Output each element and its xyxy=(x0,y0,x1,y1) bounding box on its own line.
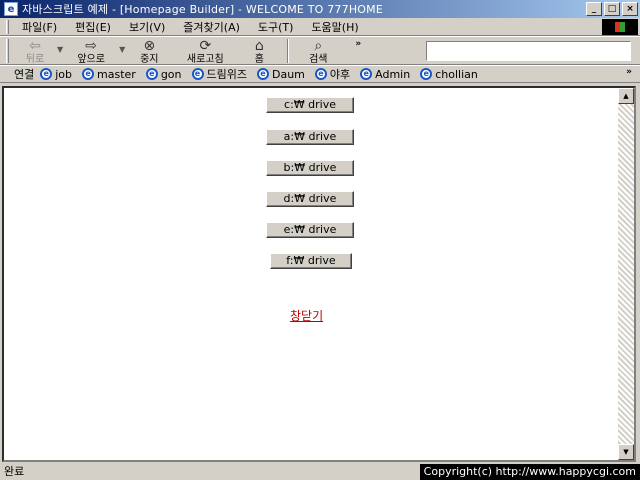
search-button[interactable]: ⌕ 검색 xyxy=(295,37,341,65)
window-title: 자바스크립트 예제 - [Homepage Builder] - WELCOME… xyxy=(22,3,383,16)
home-icon: ⌂ xyxy=(254,38,264,54)
link-label: 드림위즈 xyxy=(206,68,247,81)
links-bar: 연결 e job e master e gon e 드림위즈 e Daum e … xyxy=(0,65,640,83)
link-gon[interactable]: e gon xyxy=(145,67,182,81)
link-job[interactable]: e job xyxy=(40,68,72,81)
refresh-label: 새로고침 xyxy=(186,54,224,65)
link-dreamwiz[interactable]: e 드림위즈 xyxy=(191,66,247,82)
ie-link-icon: e xyxy=(360,68,373,80)
stop-label: 중지 xyxy=(140,54,159,65)
link-label: gon xyxy=(160,67,182,81)
ie-page-icon: e xyxy=(4,2,18,16)
menu-tools[interactable]: 도구(T) xyxy=(249,19,303,35)
forward-arrow-icon: ⇨ xyxy=(85,38,98,54)
title-bar: e 자바스크립트 예제 - [Homepage Builder] - WELCO… xyxy=(0,0,640,18)
toolbar: ⇦ 뒤로 ▼ ⇨ 앞으로 ▼ ⊗ 중지 ⟳ 새로고침 ⌂ 홈 ⌕ 검색 » xyxy=(0,36,640,65)
toolbar-separator xyxy=(287,39,290,63)
maximize-button[interactable]: □ xyxy=(604,2,620,16)
link-label: master xyxy=(97,67,136,81)
refresh-button[interactable]: ⟳ 새로고침 xyxy=(173,37,237,65)
menu-view[interactable]: 보기(V) xyxy=(120,19,174,35)
links-label: 연결 xyxy=(14,68,35,81)
link-label: 야후 xyxy=(329,68,351,81)
copyright-banner: Copyright(c) http://www.happycgi.com xyxy=(419,464,640,480)
link-label: chollian xyxy=(435,67,478,81)
toolbar-more-chevron[interactable]: » xyxy=(355,39,361,49)
back-label: 뒤로 xyxy=(25,54,45,65)
back-arrow-icon: ⇦ xyxy=(29,38,41,54)
status-bar: 완료 Copyright(c) http://www.happycgi.com xyxy=(0,462,640,480)
link-admin[interactable]: e Admin xyxy=(360,68,410,81)
toolbar-grip[interactable] xyxy=(6,39,9,63)
menu-grip[interactable] xyxy=(6,19,9,34)
minimize-button[interactable]: _ xyxy=(586,2,602,16)
scroll-up-icon[interactable]: ▲ xyxy=(618,88,634,104)
link-label: Admin xyxy=(375,67,411,81)
menu-file[interactable]: 파일(F) xyxy=(13,19,66,35)
window-controls: _ □ × xyxy=(586,2,638,16)
status-text: 완료 xyxy=(4,465,25,478)
ie-link-icon: e xyxy=(40,68,53,80)
drive-f-button[interactable]: f:₩ drive xyxy=(270,253,352,269)
home-label: 홈 xyxy=(254,54,264,65)
close-button[interactable]: × xyxy=(622,2,638,16)
link-daum[interactable]: e Daum xyxy=(257,68,305,81)
drive-b-button[interactable]: b:₩ drive xyxy=(266,160,354,176)
link-master[interactable]: e master xyxy=(82,68,136,81)
stop-icon: ⊗ xyxy=(143,38,156,54)
drive-c-button[interactable]: c:₩ drive xyxy=(266,97,354,113)
link-yahoo[interactable]: e 야후 xyxy=(314,66,351,82)
refresh-icon: ⟳ xyxy=(199,38,212,54)
search-label: 검색 xyxy=(309,54,328,65)
link-label: job xyxy=(55,67,73,81)
ie-link-icon: e xyxy=(145,68,158,80)
scroll-down-icon[interactable]: ▼ xyxy=(618,444,634,460)
drive-e-button[interactable]: e:₩ drive xyxy=(266,222,354,238)
back-button[interactable]: ⇦ 뒤로 xyxy=(13,37,57,65)
home-button[interactable]: ⌂ 홈 xyxy=(237,37,281,65)
ie-link-icon: e xyxy=(420,68,433,80)
drive-d-button[interactable]: d:₩ drive xyxy=(266,191,354,207)
menu-bar: 파일(F) 편집(E) 보기(V) 즐겨찾기(A) 도구(T) 도움말(H) xyxy=(0,18,640,36)
drive-a-button[interactable]: a:₩ drive xyxy=(266,129,354,145)
browser-viewport: c:₩ drive a:₩ drive b:₩ drive d:₩ drive … xyxy=(2,86,636,462)
menu-favorites[interactable]: 즐겨찾기(A) xyxy=(174,19,249,35)
search-icon: ⌕ xyxy=(314,38,323,54)
windows-logo-icon xyxy=(602,19,638,35)
ie-link-icon: e xyxy=(82,68,95,80)
address-input[interactable] xyxy=(426,41,631,61)
ie-link-icon: e xyxy=(257,68,269,80)
ie-link-icon: e xyxy=(191,68,204,80)
menu-edit[interactable]: 편집(E) xyxy=(66,19,120,35)
ie-link-icon: e xyxy=(314,68,327,80)
forward-label: 앞으로 xyxy=(77,54,105,65)
page-content: c:₩ drive a:₩ drive b:₩ drive d:₩ drive … xyxy=(4,88,618,460)
menu-help[interactable]: 도움말(H) xyxy=(302,19,367,35)
close-window-link[interactable]: 창닫기 xyxy=(290,307,323,324)
links-more-chevron[interactable]: » xyxy=(626,67,632,77)
stop-button[interactable]: ⊗ 중지 xyxy=(125,37,173,65)
link-chollian[interactable]: e chollian xyxy=(420,68,478,81)
forward-button[interactable]: ⇨ 앞으로 xyxy=(63,37,119,65)
vertical-scrollbar[interactable]: ▲ ▼ xyxy=(618,88,634,460)
link-label: Daum xyxy=(272,67,305,81)
